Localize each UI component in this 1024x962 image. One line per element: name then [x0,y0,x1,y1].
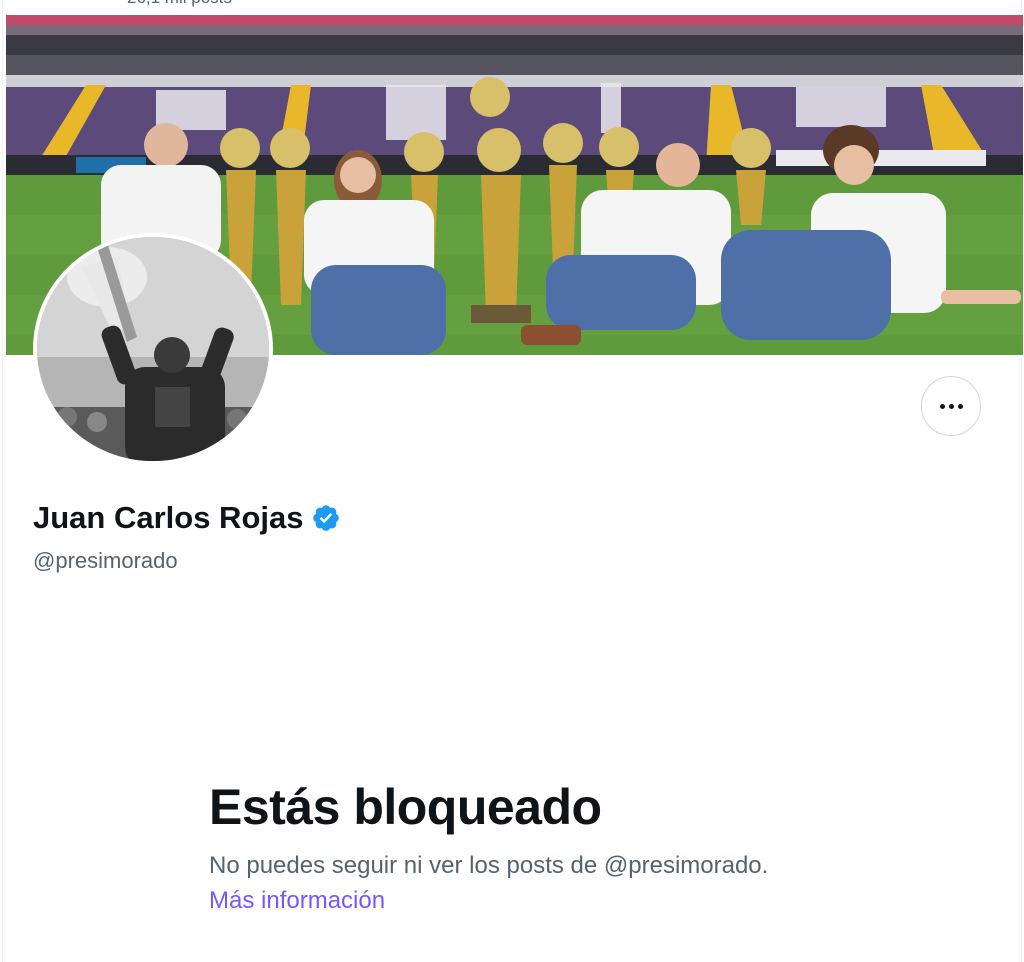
verified-badge-icon[interactable] [311,503,341,533]
posts-count: 26,1 mil posts [127,0,232,8]
more-options-button[interactable] [921,376,981,436]
profile-page: 26,1 mil posts [2,0,1023,962]
profile-display-name: Juan Carlos Rojas [33,500,304,535]
blocked-title: Estás bloqueado [209,779,602,835]
profile-display-name-row: Juan Carlos Rojas [33,500,341,536]
blocked-description: No puedes seguir ni ver los posts de @pr… [209,852,769,879]
more-dots-icon [939,403,963,409]
profile-avatar[interactable] [33,233,273,465]
profile-handle: @presimorado [33,548,178,573]
more-info-link[interactable]: Más información [209,887,385,915]
profile-photo-icon [37,237,269,461]
